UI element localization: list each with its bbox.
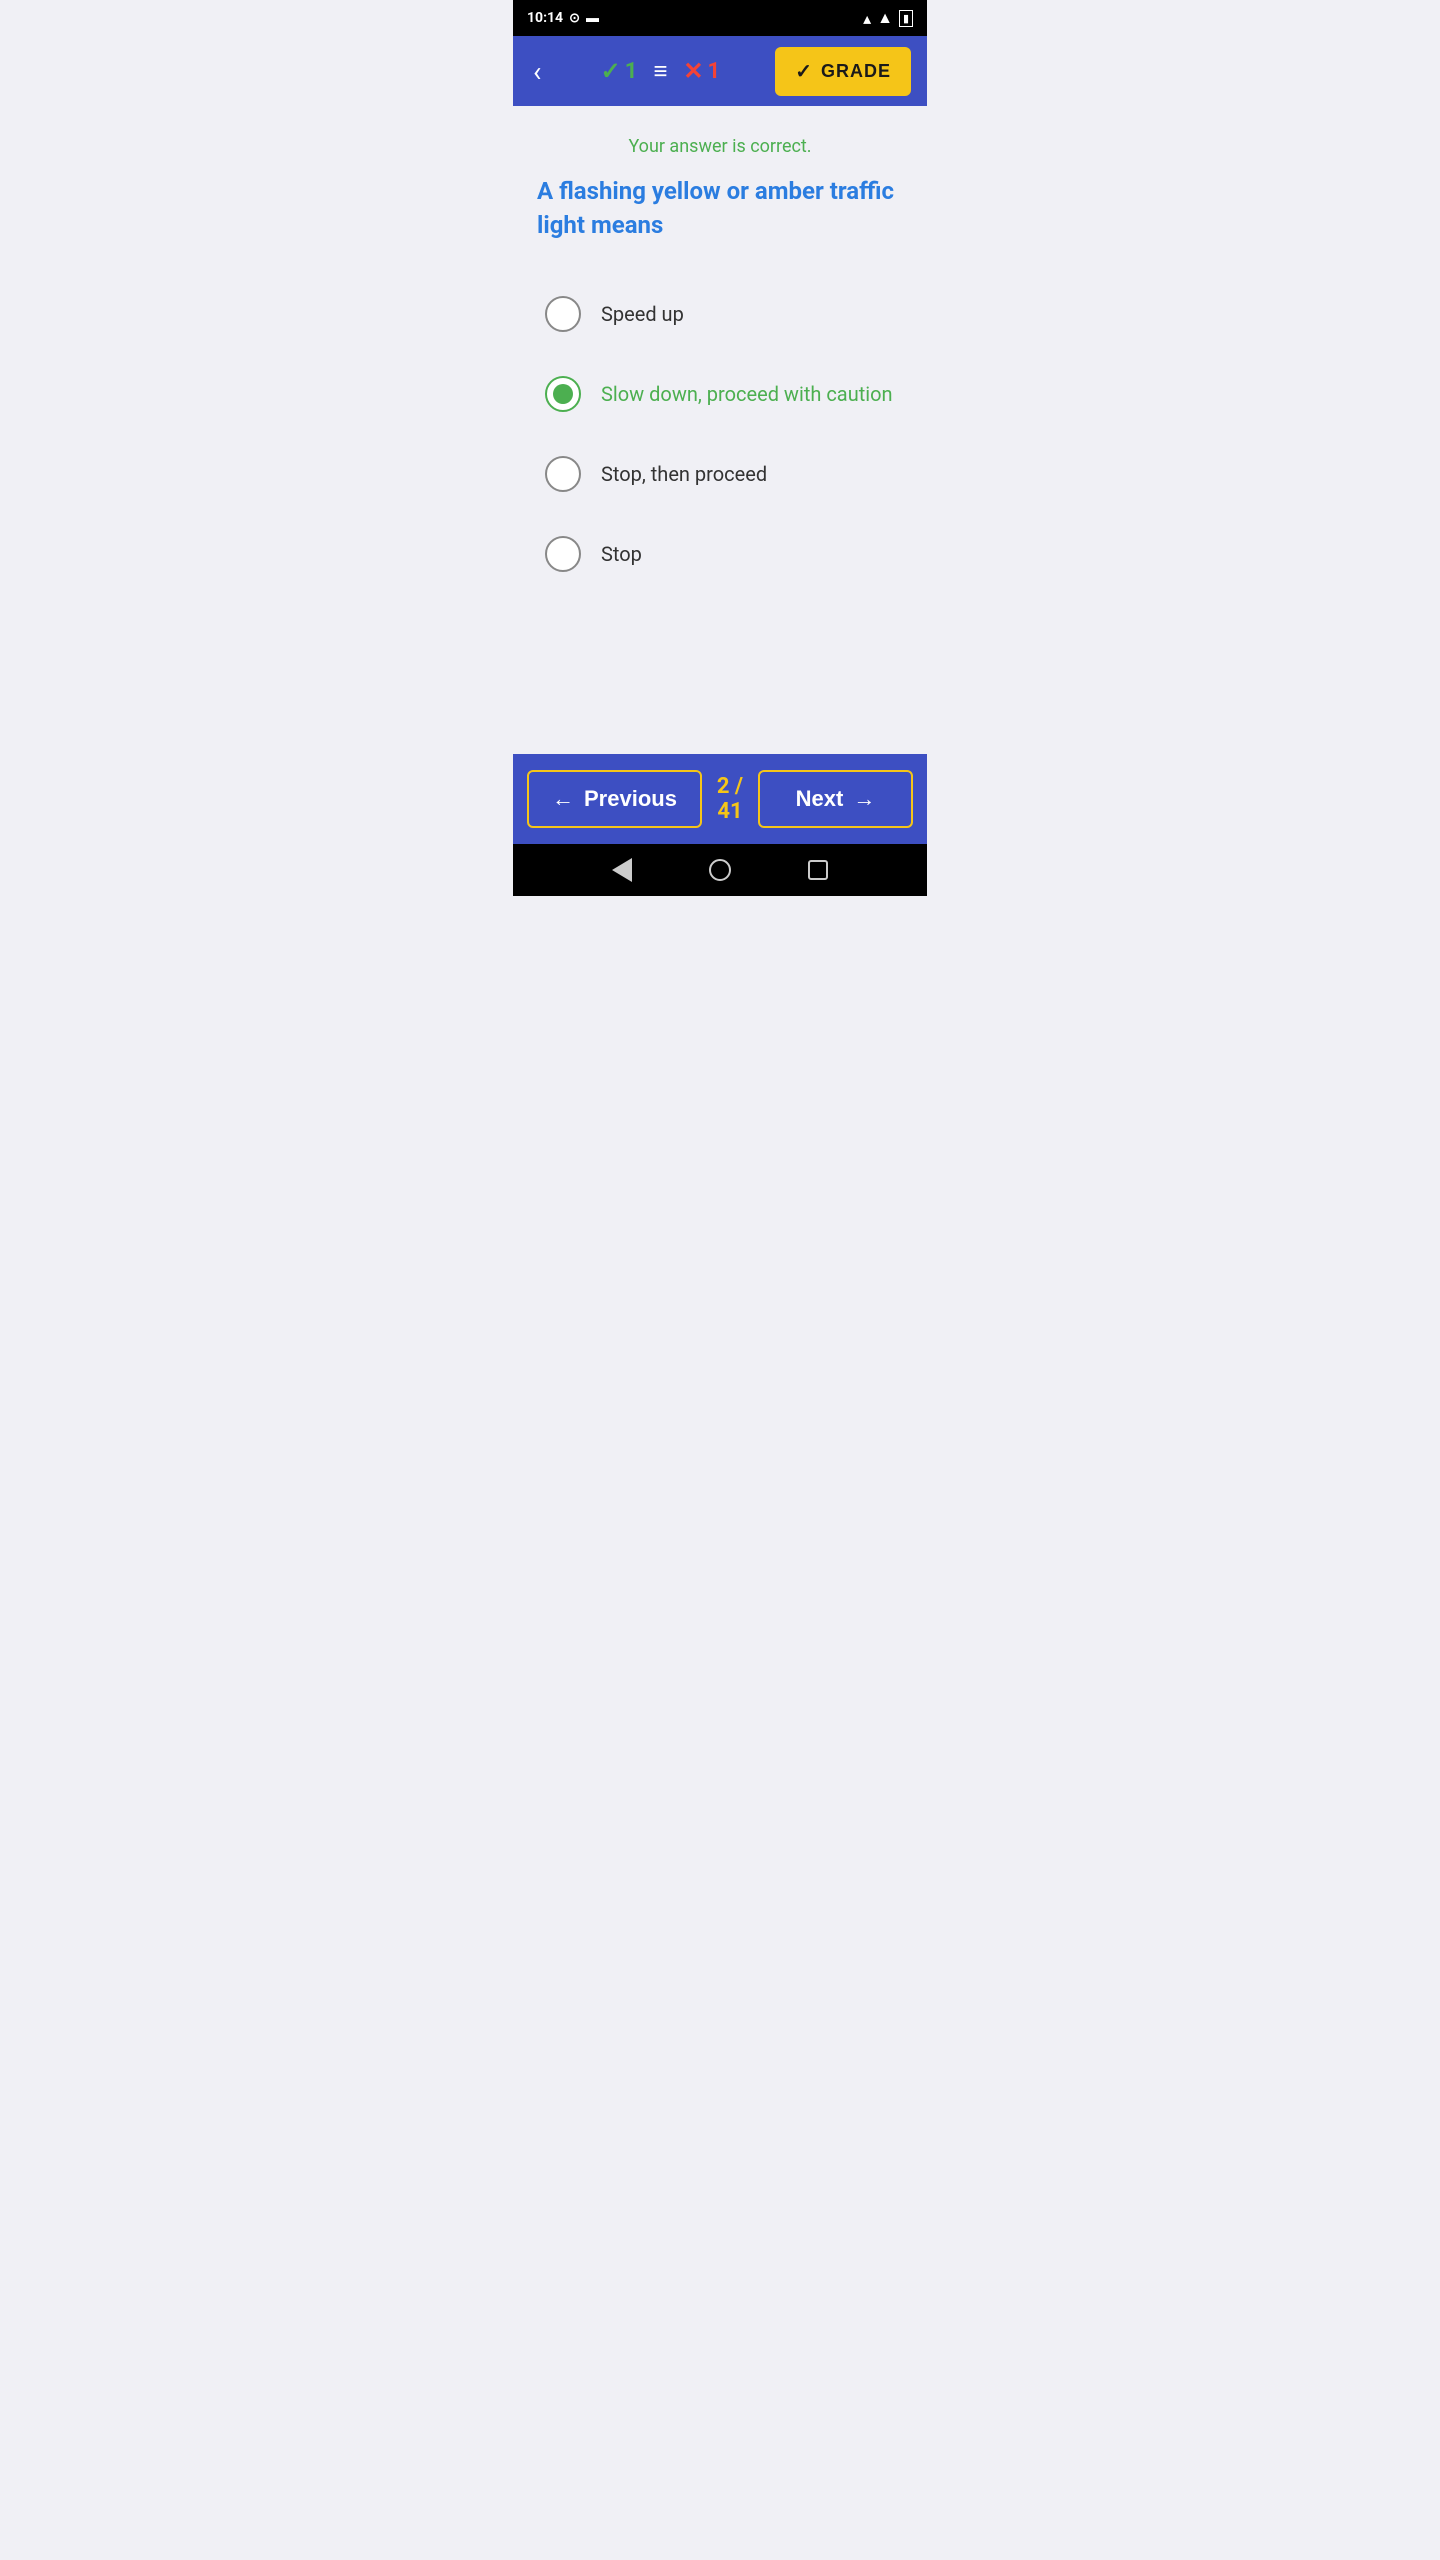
status-icons: ▴ ▲ ▮ xyxy=(863,8,913,28)
previous-button[interactable]: ← Previous xyxy=(527,770,702,828)
signal-icon: ▲ xyxy=(877,8,893,28)
grade-button[interactable]: ✓ GRADE xyxy=(775,47,911,96)
stats-divider: ≡ xyxy=(653,57,667,86)
status-time: 10:14 ⊙ ▬ xyxy=(527,10,599,26)
page-indicator: 2 / 41 xyxy=(702,774,758,824)
radio-2-inner xyxy=(553,384,573,404)
previous-arrow-icon: ← xyxy=(552,786,574,812)
option-1-text: Speed up xyxy=(601,302,684,326)
option-2[interactable]: Slow down, proceed with caution xyxy=(537,354,903,434)
system-nav-bar xyxy=(513,844,927,896)
correct-stat: ✓ 1 xyxy=(601,57,638,85)
footer: ← Previous 2 / 41 Next → xyxy=(513,754,927,844)
notification-icon: ⊙ xyxy=(569,11,580,26)
back-button[interactable]: ‹ xyxy=(529,51,545,92)
next-arrow-icon: → xyxy=(853,786,875,812)
recents-nav-icon[interactable] xyxy=(808,860,828,880)
home-nav-icon[interactable] xyxy=(709,859,731,881)
option-2-text: Slow down, proceed with caution xyxy=(601,382,893,406)
option-4[interactable]: Stop xyxy=(537,514,903,594)
time-display: 10:14 xyxy=(527,10,563,26)
main-content: Your answer is correct. A flashing yello… xyxy=(513,106,927,754)
grade-check-icon: ✓ xyxy=(795,59,813,84)
previous-label: Previous xyxy=(584,786,677,812)
x-icon: ✕ xyxy=(683,57,703,85)
status-bar: 10:14 ⊙ ▬ ▴ ▲ ▮ xyxy=(513,0,927,36)
header: ‹ ✓ 1 ≡ ✕ 1 ✓ GRADE xyxy=(513,36,927,106)
option-3-text: Stop, then proceed xyxy=(601,462,767,486)
check-icon: ✓ xyxy=(601,57,621,85)
radio-2 xyxy=(545,376,581,412)
options-list: Speed up Slow down, proceed with caution… xyxy=(537,274,903,594)
back-nav-icon[interactable] xyxy=(612,858,632,882)
option-4-text: Stop xyxy=(601,542,642,566)
correct-count: 1 xyxy=(625,59,638,84)
battery-icon: ▮ xyxy=(899,10,913,27)
wrong-count: 1 xyxy=(707,59,720,84)
header-stats: ✓ 1 ≡ ✕ 1 xyxy=(601,57,720,86)
option-1[interactable]: Speed up xyxy=(537,274,903,354)
option-3[interactable]: Stop, then proceed xyxy=(537,434,903,514)
wifi-icon: ▴ xyxy=(863,9,871,28)
radio-1 xyxy=(545,296,581,332)
correct-message: Your answer is correct. xyxy=(537,136,903,157)
radio-3 xyxy=(545,456,581,492)
next-label: Next xyxy=(796,786,844,812)
wrong-stat: ✕ 1 xyxy=(683,57,720,85)
sim-icon: ▬ xyxy=(586,10,599,26)
question-text: A flashing yellow or amber traffic light… xyxy=(537,175,903,242)
radio-4 xyxy=(545,536,581,572)
next-button[interactable]: Next → xyxy=(758,770,913,828)
grade-label: GRADE xyxy=(821,61,891,82)
